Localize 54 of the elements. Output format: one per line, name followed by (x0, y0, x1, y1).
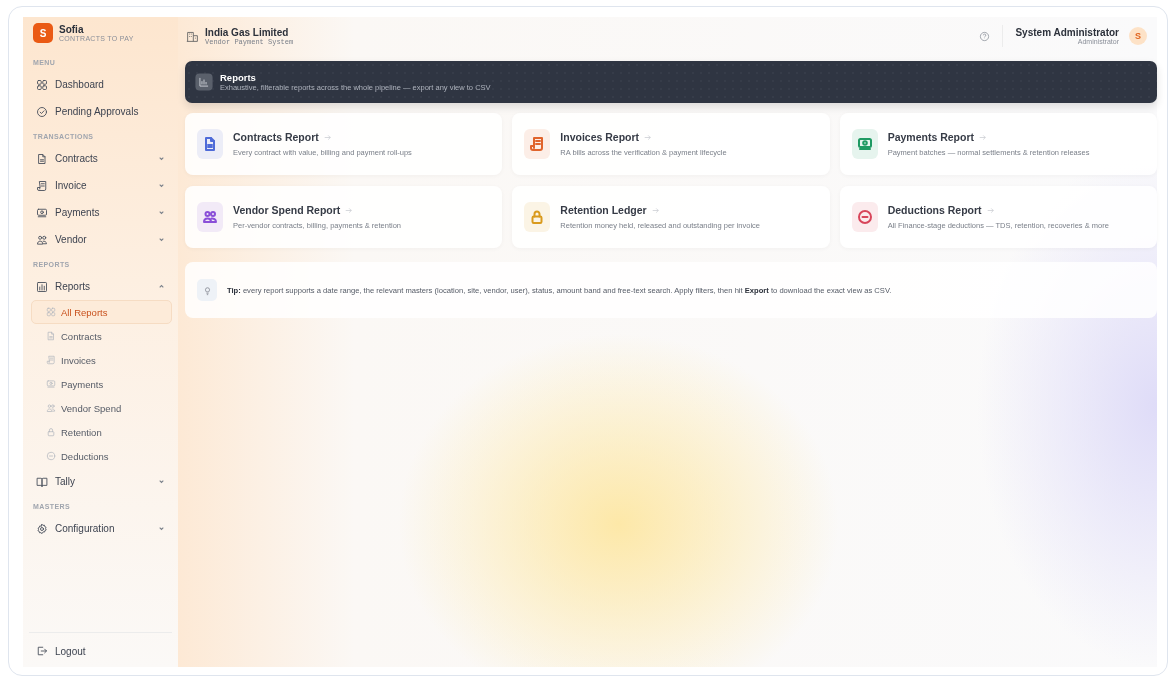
arrow-icon (323, 133, 331, 141)
sub-nav-item[interactable]: All Reports (31, 300, 172, 324)
people-icon (46, 403, 56, 413)
nav-item[interactable]: Payments (29, 199, 172, 226)
sub-nav-item[interactable]: Payments (31, 372, 172, 396)
grid-icon (36, 78, 48, 91)
nav-item[interactable]: Tally (29, 468, 172, 495)
card-title: Retention Ledger (560, 204, 647, 216)
receipt-icon (36, 179, 48, 192)
card-title: Payments Report (887, 131, 974, 143)
padlock-icon (46, 427, 56, 437)
logout-item[interactable]: Logout (29, 645, 172, 657)
arrow-icon (651, 206, 659, 214)
check-circle-icon (36, 105, 48, 118)
document-icon (36, 152, 48, 165)
nav-item[interactable]: Configuration (29, 515, 172, 542)
nav-item[interactable]: Contracts (29, 145, 172, 172)
banknote-icon (36, 206, 48, 219)
nav-item[interactable]: Invoice (29, 172, 172, 199)
document-icon (46, 331, 56, 341)
organization-name: India Gas Limited (205, 26, 290, 38)
sub-nav-item[interactable]: Retention (31, 420, 172, 444)
building-icon (186, 29, 199, 43)
nav-item[interactable]: Dashboard (29, 71, 172, 98)
sub-nav-item[interactable]: Invoices (31, 348, 172, 372)
banknote-icon (46, 379, 56, 389)
arrow-icon (986, 206, 994, 214)
brand-name: Sofia (59, 24, 85, 35)
people-icon (36, 233, 48, 246)
nav-item[interactable]: Pending Approvals (29, 98, 172, 125)
page-title: Reports (220, 72, 257, 83)
brand-logo: S (33, 23, 53, 43)
arrow-icon (979, 133, 986, 141)
settings-icon (36, 522, 48, 535)
card-title: Deductions Report (887, 204, 982, 216)
nav-item[interactable]: Vendor (29, 226, 172, 253)
nav-item[interactable]: Reports (29, 273, 172, 300)
arrow-icon (644, 133, 652, 141)
user-name: System Administrator (1015, 27, 1119, 38)
logout-icon (36, 645, 48, 657)
receipt-icon (46, 355, 56, 365)
card-title: Vendor Spend Report (233, 204, 341, 216)
minus-circle-icon (46, 451, 56, 461)
card-title: Invoices Report (560, 131, 640, 143)
arrow-icon (345, 206, 353, 214)
bar-chart-icon (195, 73, 213, 91)
sub-nav-item[interactable]: Contracts (31, 324, 172, 348)
book-icon (36, 475, 48, 488)
grid-icon (46, 307, 56, 317)
bar-chart-icon (36, 280, 48, 293)
sub-nav-item[interactable]: Deductions (31, 444, 172, 468)
help-icon[interactable] (979, 30, 991, 42)
card-title: Contracts Report (233, 131, 319, 143)
sub-nav-item[interactable]: Vendor Spend (31, 396, 172, 420)
